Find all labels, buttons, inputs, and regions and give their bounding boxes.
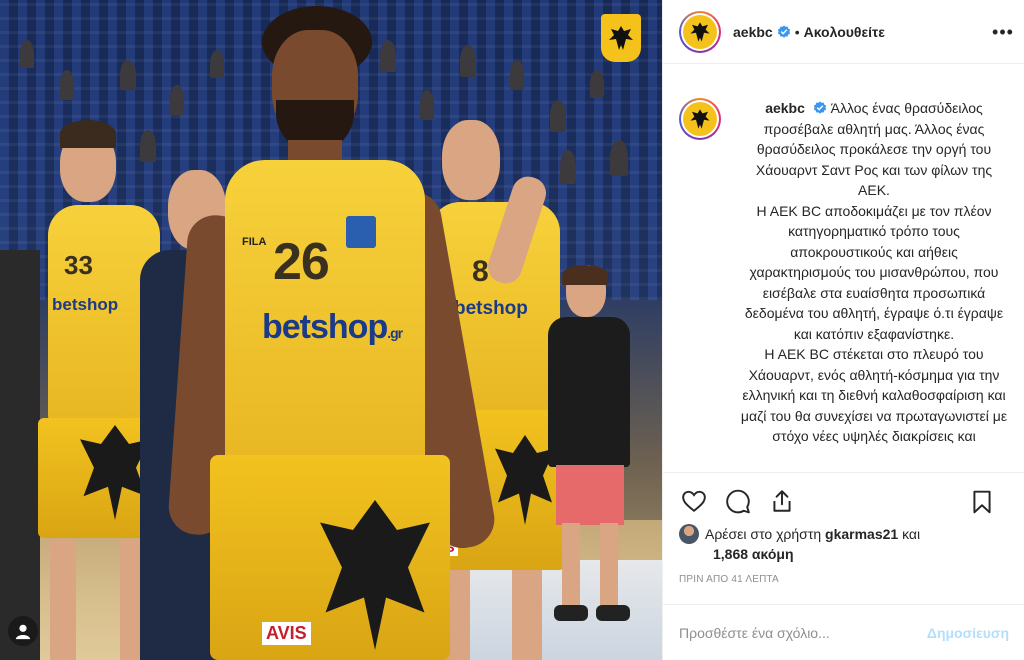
jersey-number: 26	[273, 233, 330, 291]
caption: aekbc Άλλος ένας θρασύδειλος προσέβαλε α…	[679, 80, 1009, 447]
action-bar	[663, 472, 1024, 528]
eagle-icon	[690, 109, 710, 129]
header-username[interactable]: aekbc	[733, 24, 773, 40]
tagged-user-icon[interactable]	[8, 616, 38, 646]
spectator	[590, 70, 604, 98]
likes-summary: Αρέσει στο χρήστη gkarmas21 και 1,868 ακ…	[679, 524, 1009, 564]
verified-icon	[813, 101, 826, 114]
likes-conj: και	[902, 526, 921, 542]
comment-form: Δημοσίευση	[663, 604, 1024, 660]
heart-icon	[682, 490, 706, 512]
spectator	[20, 40, 34, 68]
comment-icon	[726, 489, 750, 513]
caption-paragraph: Η ΑΕΚ BC στέκεται στο πλευρό του Χάουαρν…	[740, 346, 1008, 444]
post-sidebar: aekbc • Ακολουθείτε ••• aekbc Άλλος ένας…	[662, 0, 1024, 660]
jersey-sponsor: betshop.gr	[262, 308, 403, 346]
caption-username[interactable]: aekbc	[765, 100, 805, 116]
spectator	[510, 60, 524, 90]
team-logo	[601, 14, 641, 62]
caption-paragraph: Η ΑΕΚ BC αποδοκιμάζει με τον πλέον κατηγ…	[744, 202, 1004, 342]
post-comment-button[interactable]: Δημοσίευση	[927, 625, 1009, 641]
eagle-icon	[690, 21, 710, 42]
post-timestamp[interactable]: ΠΡΙΝ ΑΠΟ 41 ΛΕΠΤΑ	[679, 574, 779, 585]
comments-area[interactable]: aekbc Άλλος ένας θρασύδειλος προσέβαλε α…	[663, 80, 1024, 472]
player-26: 26 FILA betshop.gr AVIS	[166, 0, 500, 660]
jersey-sponsor: betshop	[52, 295, 119, 314]
likes-count[interactable]: 1,868 ακόμη	[713, 546, 794, 562]
more-options-icon[interactable]: •••	[991, 20, 1015, 44]
spectator	[120, 60, 136, 90]
liker-username[interactable]: gkarmas21	[825, 526, 898, 542]
shorts-sponsor: AVIS	[262, 622, 311, 645]
likes-prefix: Αρέσει στο χρήστη	[705, 526, 822, 542]
verified-icon	[777, 24, 790, 38]
share-button[interactable]	[767, 486, 797, 516]
comment-input[interactable]	[679, 624, 927, 641]
share-icon	[773, 489, 791, 512]
avatar[interactable]	[679, 98, 721, 140]
spectator	[610, 140, 628, 176]
jersey-number: 33	[64, 250, 93, 280]
avatar[interactable]	[679, 10, 721, 53]
comment-button[interactable]	[723, 486, 753, 516]
separator: •	[794, 23, 800, 40]
save-button[interactable]	[967, 487, 997, 517]
post-photo[interactable]: 33 betshop 8 betshop AVIS	[0, 0, 662, 660]
caption-text: aekbc Άλλος ένας θρασύδειλος προσέβαλε α…	[739, 98, 1009, 447]
boy	[548, 265, 638, 645]
jersey-brand: FILA	[242, 236, 267, 248]
following-button[interactable]: Ακολουθείτε	[804, 24, 885, 40]
spectator	[60, 70, 74, 100]
post-header: aekbc • Ακολουθείτε •••	[663, 0, 1024, 64]
liker-avatar[interactable]	[679, 524, 699, 544]
bookmark-icon	[973, 490, 991, 514]
like-button[interactable]	[679, 486, 709, 516]
eagle-icon	[609, 26, 633, 50]
